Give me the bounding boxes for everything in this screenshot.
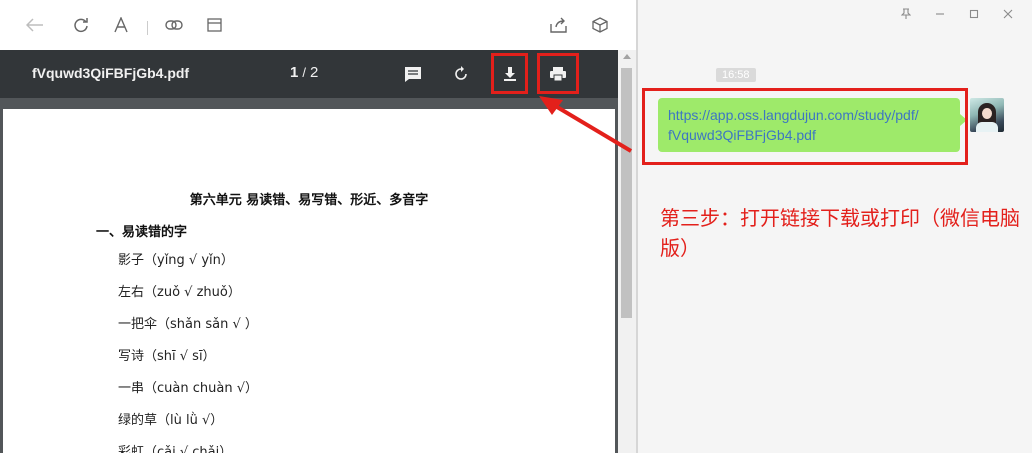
annotation-arrow: [539, 96, 633, 153]
screen: fVquwd3QiFBFjGb4.pdf 1/2 第六单元 易读错、易写错、形近…: [0, 0, 1032, 453]
